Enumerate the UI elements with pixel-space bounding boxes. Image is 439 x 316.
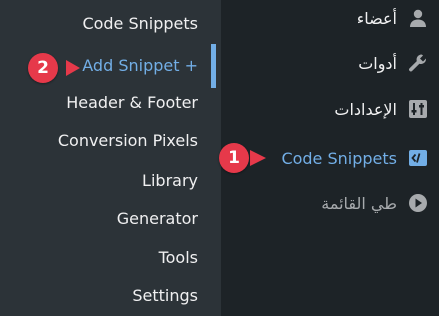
submenu-item-settings[interactable]: Settings bbox=[132, 286, 198, 306]
menu-item-users[interactable]: أعضاء bbox=[221, 0, 439, 36]
submenu-item-generator[interactable]: Generator bbox=[117, 209, 198, 229]
submenu-item-library[interactable]: Library bbox=[142, 171, 198, 191]
code-snippets-submenu: Code Snippets Add Snippet + Header & Foo… bbox=[0, 0, 221, 316]
submenu-item-tools[interactable]: Tools bbox=[159, 248, 198, 268]
menu-item-collapse[interactable]: طي القائمة bbox=[221, 185, 439, 221]
menu-item-settings[interactable]: الإعدادات bbox=[221, 91, 439, 127]
active-item-indicator bbox=[211, 44, 216, 88]
code-snippets-icon bbox=[407, 147, 429, 169]
submenu-item-add-snippet[interactable]: Add Snippet + bbox=[82, 56, 198, 76]
callout-badge-2: 2 bbox=[28, 53, 58, 83]
callout-2-pointer bbox=[66, 60, 80, 76]
menu-label-tools: أدوات bbox=[358, 53, 397, 73]
submenu-item-conversion-pixels[interactable]: Conversion Pixels bbox=[58, 131, 198, 151]
settings-sliders-icon bbox=[407, 98, 429, 120]
menu-item-tools[interactable]: أدوات bbox=[221, 45, 439, 81]
menu-label-settings: الإعدادات bbox=[334, 99, 397, 119]
submenu-item-header-footer[interactable]: Header & Footer bbox=[66, 93, 198, 113]
callout-badge-1: 1 bbox=[219, 143, 249, 173]
users-icon bbox=[407, 7, 429, 29]
collapse-menu-icon bbox=[407, 192, 429, 214]
wrench-icon bbox=[407, 52, 429, 74]
menu-label-collapse: طي القائمة bbox=[321, 193, 397, 213]
submenu-item-code-snippets[interactable]: Code Snippets bbox=[82, 14, 198, 34]
callout-1-pointer bbox=[250, 150, 266, 166]
menu-label-code-snippets: Code Snippets bbox=[281, 148, 397, 168]
menu-label-users: أعضاء bbox=[356, 8, 397, 28]
